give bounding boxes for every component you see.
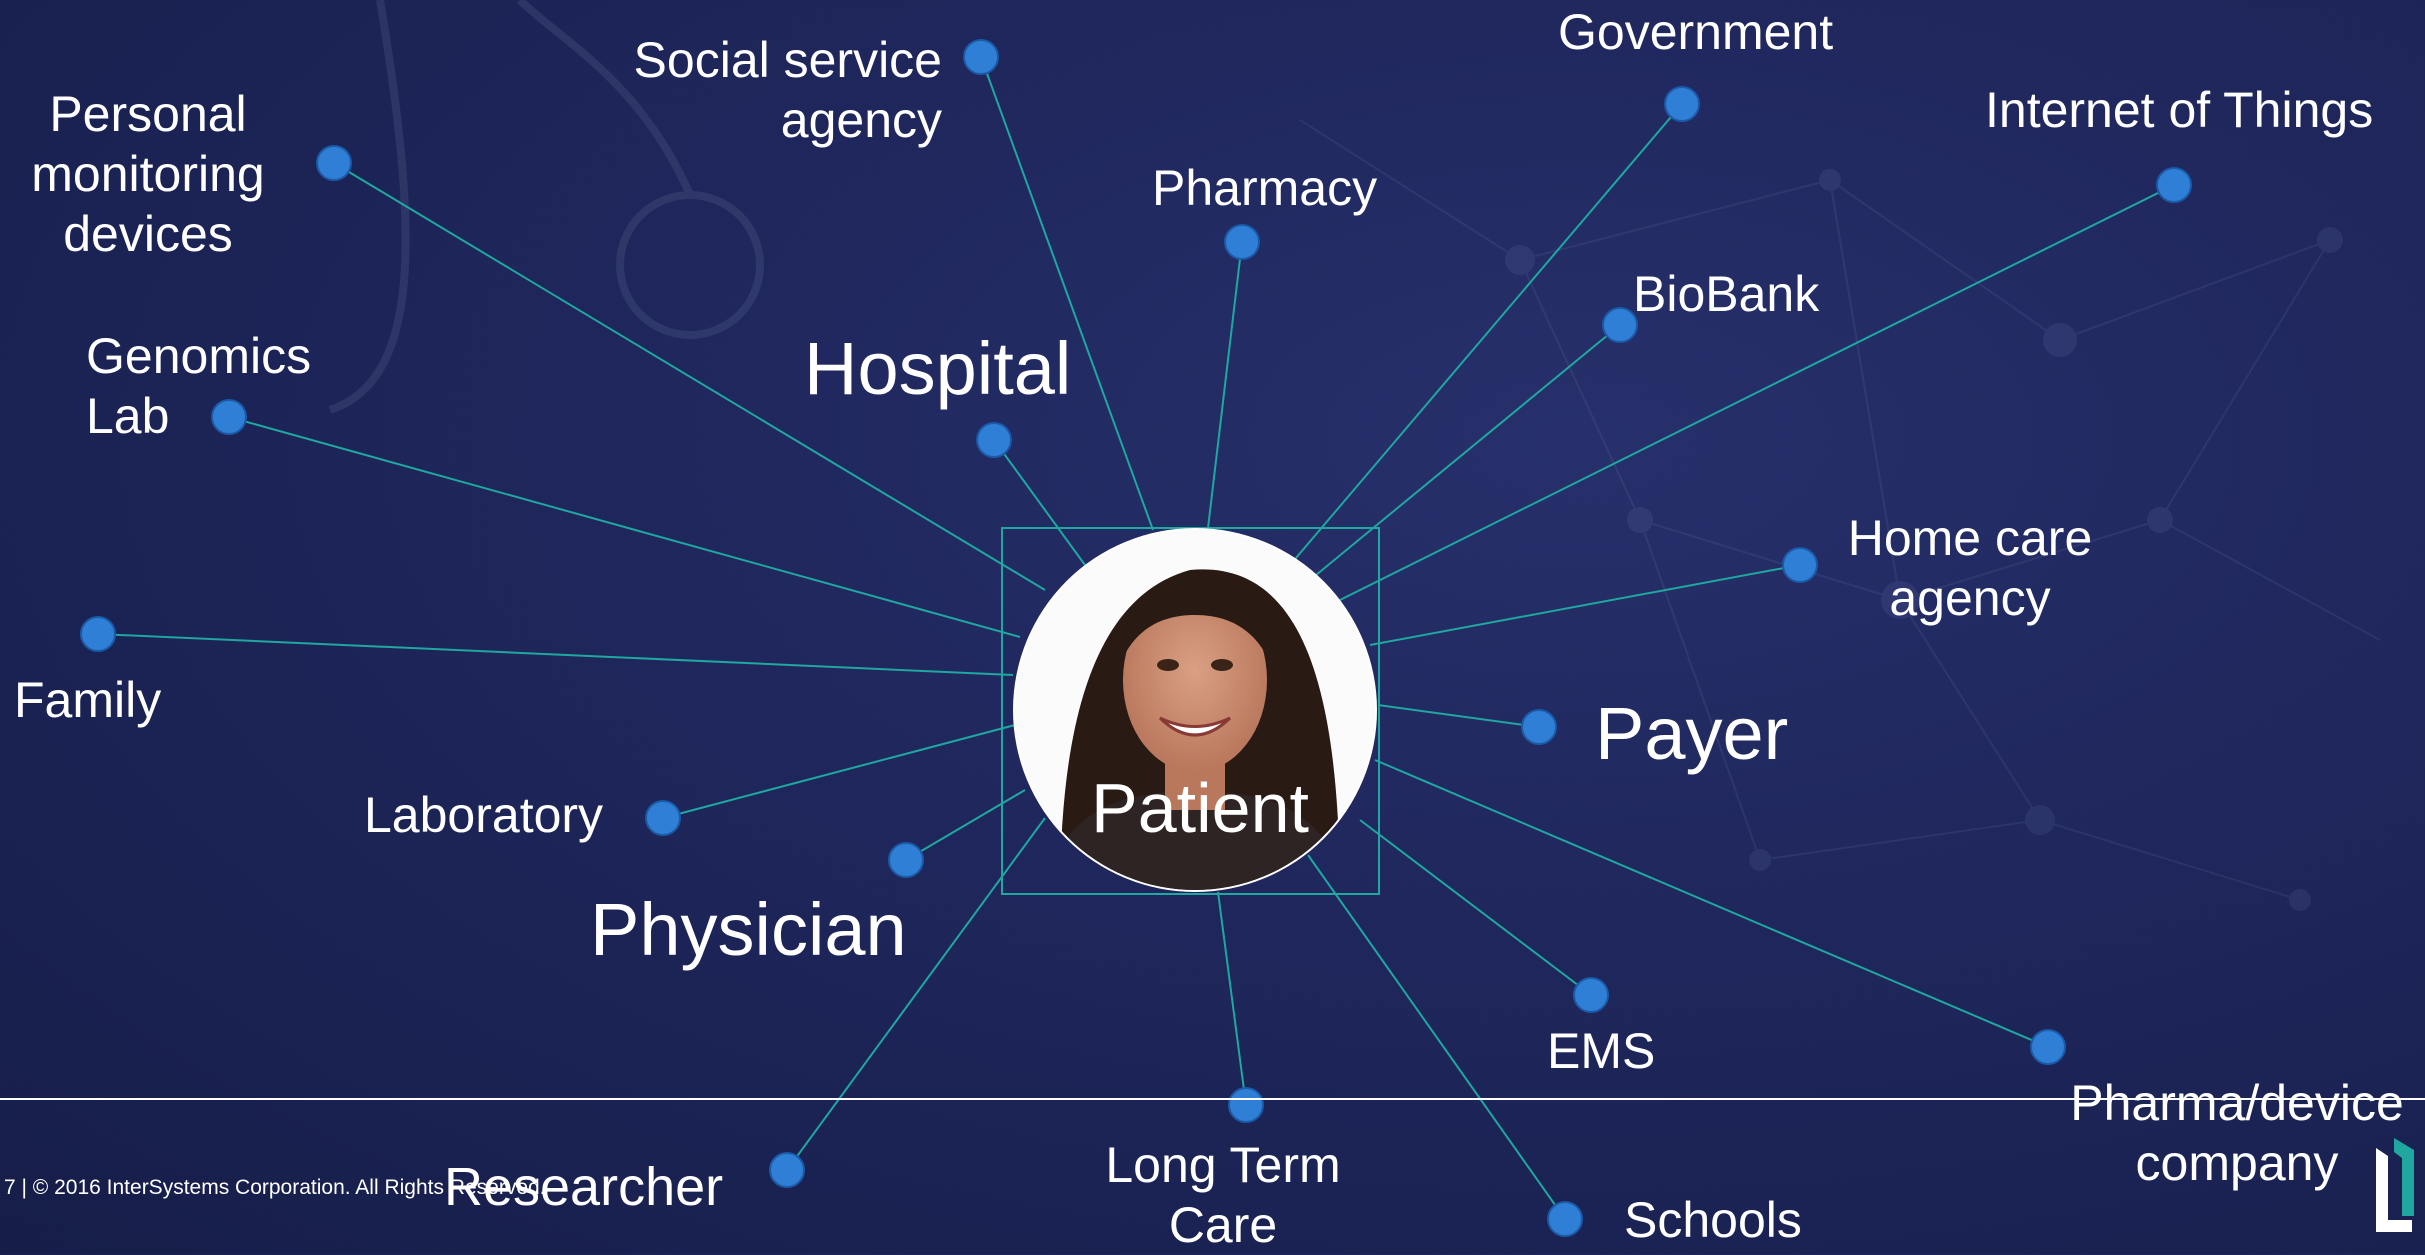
node-dot-pharma-device	[2030, 1029, 2066, 1065]
edge-genomics-lab	[228, 416, 1021, 638]
node-label-hospital: Hospital	[804, 327, 1072, 410]
patient-label: Patient	[1091, 769, 1309, 847]
node-label-pharmacy: Pharmacy	[1152, 160, 1378, 216]
node-dot-payer	[1521, 709, 1557, 745]
node-label-government: Government	[1558, 4, 1834, 60]
node-label-payer: Payer	[1595, 692, 1789, 775]
edge-biobank	[1309, 324, 1621, 581]
edge-pharmacy	[1207, 241, 1243, 529]
node-dot-schools	[1547, 1201, 1583, 1237]
edge-physician	[905, 789, 1026, 861]
node-label-internet-of-things: Internet of Things	[1985, 82, 2374, 138]
edge-pharma-device	[1374, 759, 2049, 1048]
node-dot-biobank	[1602, 307, 1638, 343]
node-label-physician: Physician	[590, 888, 907, 971]
node-dot-personal-monitoring	[316, 145, 352, 181]
node-dot-physician	[888, 842, 924, 878]
intersystems-logo-icon	[2376, 1138, 2414, 1232]
node-dot-ems	[1573, 977, 1609, 1013]
node-label-ems: EMS	[1547, 1023, 1656, 1079]
node-dot-social-service	[963, 39, 999, 75]
node-dot-pharmacy	[1224, 224, 1260, 260]
node-dot-long-term-care	[1228, 1087, 1264, 1123]
edge-family	[97, 633, 1014, 676]
footer-copyright: 7 | © 2016 InterSystems Corporation. All…	[4, 1176, 546, 1199]
node-label-schools: Schools	[1624, 1192, 1802, 1248]
node-label-laboratory: Laboratory	[364, 787, 604, 843]
edge-home-care	[1369, 564, 1801, 646]
node-dot-home-care	[1782, 547, 1818, 583]
node-label-pharma-device: Pharma/device company	[2070, 1075, 2404, 1191]
node-label-social-service: Social service agency	[633, 32, 942, 148]
node-label-long-term-care: Long Term Care	[1105, 1137, 1341, 1253]
node-dot-internet-of-things	[2156, 167, 2192, 203]
edge-laboratory	[662, 724, 1016, 819]
node-label-home-care: Home care agency	[1847, 510, 2093, 626]
node-label-biobank: BioBank	[1633, 266, 1820, 322]
edge-payer	[1377, 704, 1540, 728]
node-dot-family	[80, 616, 116, 652]
node-dot-government	[1664, 86, 1700, 122]
node-dot-hospital	[976, 422, 1012, 458]
edge-ems	[1359, 819, 1592, 996]
node-label-family: Family	[14, 672, 162, 728]
edge-long-term-care	[1217, 891, 1247, 1106]
node-label-personal-monitoring: Personal monitoring devices	[31, 86, 265, 262]
node-dot-researcher	[769, 1152, 805, 1188]
edge-hospital	[993, 439, 1086, 566]
node-label-genomics-lab: Genomics Lab	[86, 328, 312, 444]
